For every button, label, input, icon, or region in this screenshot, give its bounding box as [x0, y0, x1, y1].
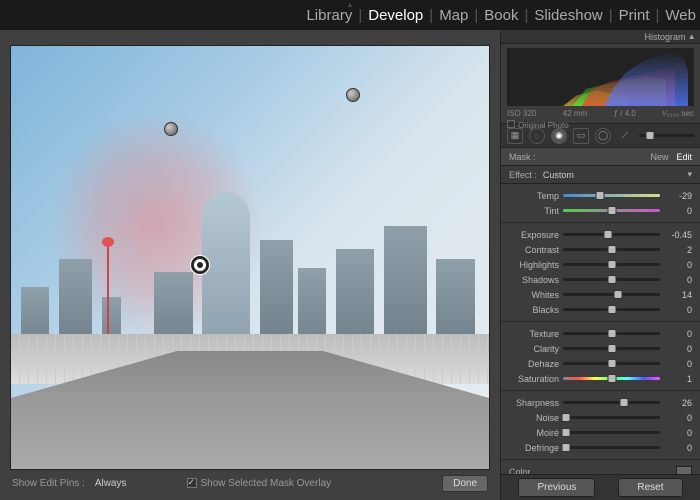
- edit-pin-2[interactable]: [193, 258, 207, 272]
- defringe-slider[interactable]: [563, 446, 660, 449]
- dehaze-slider[interactable]: [563, 362, 660, 365]
- aperture-readout: ƒ / 4.0: [614, 109, 636, 118]
- shutter-readout: ¹⁄₃₂₀₀ sec: [662, 109, 694, 118]
- highlights-slider[interactable]: [563, 263, 660, 266]
- color-swatch[interactable]: [676, 466, 692, 474]
- canvas-toolbar: Show Edit Pins : Always Show Selected Ma…: [10, 470, 490, 492]
- contrast-slider[interactable]: [563, 248, 660, 251]
- moire-value: 0: [664, 428, 692, 438]
- edit-pins-mode[interactable]: Always: [95, 478, 127, 489]
- tool-slider[interactable]: [646, 131, 655, 140]
- mask-overlay-checkbox[interactable]: Show Selected Mask Overlay: [187, 478, 332, 489]
- previous-button[interactable]: Previous: [518, 478, 595, 497]
- focal-readout: 42 mm: [563, 109, 587, 118]
- effect-disclosure-icon[interactable]: ▾: [687, 169, 692, 180]
- dehaze-value: 0: [664, 359, 692, 369]
- module-map[interactable]: Map: [435, 7, 472, 24]
- clarity-value: 0: [664, 344, 692, 354]
- moire-slider[interactable]: [563, 431, 660, 434]
- original-photo-toggle[interactable]: Original Photo: [518, 121, 569, 130]
- shadows-slider[interactable]: [563, 278, 660, 281]
- clarity-label: Clarity: [509, 344, 559, 354]
- exposure-label: Exposure: [509, 230, 559, 240]
- mask-new[interactable]: New: [650, 152, 668, 162]
- edit-pin-1[interactable]: [346, 88, 360, 102]
- noise-label: Noise: [509, 413, 559, 423]
- shadows-label: Shadows: [509, 275, 559, 285]
- blacks-label: Blacks: [509, 305, 559, 315]
- texture-slider[interactable]: [563, 332, 660, 335]
- image-canvas-area: Show Edit Pins : Always Show Selected Ma…: [0, 30, 500, 500]
- dehaze-label: Dehaze: [509, 359, 559, 369]
- histogram[interactable]: ISO 320 42 mm ƒ / 4.0 ¹⁄₃₂₀₀ sec Origina…: [501, 44, 700, 124]
- mask-edit[interactable]: Edit: [676, 152, 692, 162]
- noise-slider[interactable]: [563, 416, 660, 419]
- module-web[interactable]: Web: [661, 7, 700, 24]
- edit-pin-0[interactable]: [164, 122, 178, 136]
- noise-value: 0: [664, 413, 692, 423]
- whites-value: 14: [664, 290, 692, 300]
- sharpness-slider[interactable]: [563, 401, 660, 404]
- sharpness-value: 26: [664, 398, 692, 408]
- right-panel: Histogram ▴ ISO 320 42 mm ƒ / 4.0 ¹⁄₃₂₀₀…: [500, 30, 700, 500]
- module-slideshow[interactable]: Slideshow: [530, 7, 606, 24]
- temp-slider[interactable]: [563, 194, 660, 197]
- top-notch-icon: [345, 0, 355, 10]
- color-label: Color: [509, 467, 531, 474]
- defringe-value: 0: [664, 443, 692, 453]
- exposure-slider[interactable]: [563, 233, 660, 236]
- adjustment-sliders: Temp -29 Tint 0 Exposure -0.45 Contrast 2 Highli…: [501, 184, 700, 474]
- texture-label: Texture: [509, 329, 559, 339]
- blacks-slider[interactable]: [563, 308, 660, 311]
- highlights-value: 0: [664, 260, 692, 270]
- temp-value: -29: [664, 191, 692, 201]
- tint-label: Tint: [509, 206, 559, 216]
- module-develop[interactable]: Develop: [364, 7, 427, 24]
- mask-label: Mask :: [509, 152, 536, 162]
- shadows-value: 0: [664, 275, 692, 285]
- saturation-value: 1: [664, 374, 692, 384]
- saturation-label: Saturation: [509, 374, 559, 384]
- effect-preset[interactable]: Custom: [543, 170, 574, 180]
- texture-value: 0: [664, 329, 692, 339]
- module-print[interactable]: Print: [615, 7, 654, 24]
- clarity-slider[interactable]: [563, 347, 660, 350]
- effect-label: Effect :: [509, 170, 537, 180]
- preview-image[interactable]: [10, 45, 490, 470]
- done-button[interactable]: Done: [442, 475, 488, 492]
- whites-slider[interactable]: [563, 293, 660, 296]
- contrast-value: 2: [664, 245, 692, 255]
- saturation-slider[interactable]: [563, 377, 660, 380]
- temp-label: Temp: [509, 191, 559, 201]
- highlights-label: Highlights: [509, 260, 559, 270]
- histogram-header[interactable]: Histogram ▴: [501, 30, 700, 44]
- tint-value: 0: [664, 206, 692, 216]
- blacks-value: 0: [664, 305, 692, 315]
- contrast-label: Contrast: [509, 245, 559, 255]
- reset-button[interactable]: Reset: [618, 478, 682, 497]
- edit-pins-label: Show Edit Pins :: [12, 478, 85, 489]
- defringe-label: Defringe: [509, 443, 559, 453]
- module-book[interactable]: Book: [480, 7, 522, 24]
- iso-readout: ISO 320: [507, 109, 536, 118]
- whites-label: Whites: [509, 290, 559, 300]
- sharpness-label: Sharpness: [509, 398, 559, 408]
- moire-label: Moiré: [509, 428, 559, 438]
- tint-slider[interactable]: [563, 209, 660, 212]
- exposure-value: -0.45: [664, 230, 692, 240]
